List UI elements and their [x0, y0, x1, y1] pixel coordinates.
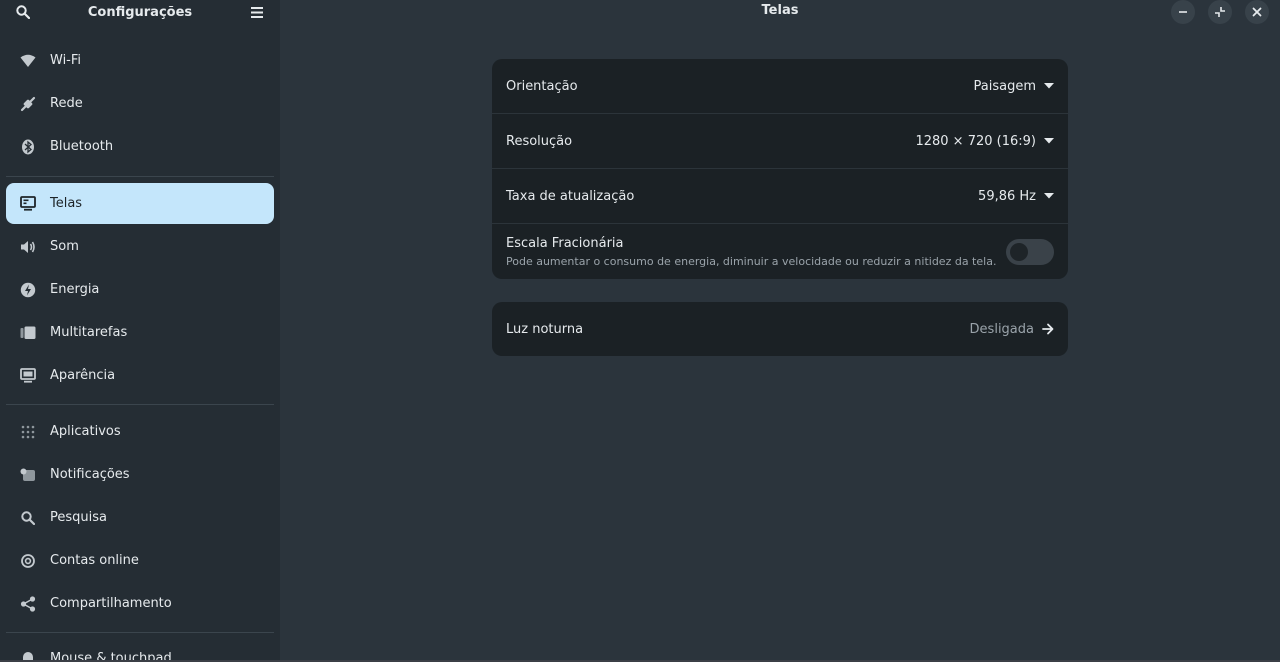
speaker-icon [20, 239, 36, 255]
sidebar-item-contas-online[interactable]: Contas online [6, 540, 274, 581]
minimize-icon [1179, 11, 1187, 13]
orientation-row[interactable]: Orientação Paisagem [492, 59, 1068, 114]
minimize-button[interactable] [1171, 0, 1195, 24]
resolution-value: 1280 × 720 (16:9) [915, 133, 1036, 149]
settings-window: Configurações Wi-Fi Rede Bluetooth Telas… [0, 0, 1280, 662]
share-icon [20, 595, 36, 612]
sidebar-item-notificacoes[interactable]: Notificações [6, 454, 274, 495]
refresh-rate-label: Taxa de atualização [506, 188, 635, 204]
night-light-card: Luz noturna Desligada [492, 302, 1068, 356]
sidebar-separator [6, 632, 274, 633]
sidebar-item-compartilhamento[interactable]: Compartilhamento [6, 583, 274, 624]
resolution-label: Resolução [506, 133, 573, 149]
refresh-rate-row[interactable]: Taxa de atualização 59,86 Hz [492, 169, 1068, 224]
sidebar-item-label: Aplicativos [50, 424, 121, 439]
sidebar-item-label: Wi-Fi [50, 53, 82, 68]
sidebar-item-pesquisa[interactable]: Pesquisa [6, 497, 274, 538]
main-content: Telas Orientação Paisagem Resolução 1280… [280, 0, 1280, 662]
sidebar-item-label: Bluetooth [50, 139, 114, 154]
display-icon [20, 196, 36, 212]
sidebar-item-label: Telas [50, 196, 83, 211]
close-icon [1252, 7, 1262, 17]
night-light-row[interactable]: Luz noturna Desligada [492, 302, 1068, 356]
refresh-rate-value: 59,86 Hz [978, 188, 1036, 204]
wifi-icon [20, 53, 36, 69]
sidebar-item-bluetooth[interactable]: Bluetooth [6, 126, 274, 167]
display-settings-card: Orientação Paisagem Resolução 1280 × 720… [492, 59, 1068, 279]
sidebar-item-energia[interactable]: Energia [6, 269, 274, 310]
sidebar-title: Configurações [87, 4, 193, 20]
dropdown-arrow-icon [1044, 83, 1054, 89]
bluetooth-icon [20, 139, 36, 155]
appearance-icon [20, 368, 36, 384]
search-icon [20, 510, 36, 526]
sidebar-item-label: Energia [50, 282, 100, 297]
apps-grid-icon [20, 424, 36, 440]
sidebar-item-mouse-touchpad[interactable]: Mouse & touchpad [6, 638, 274, 662]
sidebar-item-label: Compartilhamento [50, 596, 172, 611]
sidebar-item-label: Aparência [50, 368, 116, 383]
sidebar-separator [6, 176, 274, 177]
fractional-scaling-subtitle: Pode aumentar o consumo de energia, dimi… [506, 254, 997, 268]
network-icon [20, 96, 36, 112]
online-accounts-icon [20, 553, 36, 569]
fractional-scaling-toggle[interactable] [1006, 238, 1054, 265]
orientation-label: Orientação [506, 78, 578, 94]
sidebar-item-rede[interactable]: Rede [6, 83, 274, 124]
sidebar-item-wifi[interactable]: Wi-Fi [6, 40, 274, 81]
hamburger-menu-icon[interactable] [249, 4, 265, 20]
night-light-value: Desligada [969, 321, 1034, 337]
window-title: Telas [761, 3, 799, 18]
sidebar-item-label: Pesquisa [50, 510, 107, 525]
close-button[interactable] [1245, 0, 1269, 24]
orientation-value: Paisagem [973, 78, 1037, 94]
sidebar-separator [6, 404, 274, 405]
sidebar-item-label: Rede [50, 96, 83, 111]
sidebar-item-multitarefas[interactable]: Multitarefas [6, 312, 274, 353]
arrow-right-icon [1042, 323, 1054, 335]
toggle-knob [1010, 242, 1028, 261]
sidebar-item-aparencia[interactable]: Aparência [6, 355, 274, 396]
search-icon[interactable] [15, 4, 31, 20]
night-light-label: Luz noturna [506, 321, 584, 337]
power-icon [20, 282, 36, 298]
sidebar-header: Configurações [0, 0, 280, 24]
fractional-scaling-row: Escala Fracionária Pode aumentar o consu… [492, 224, 1068, 279]
sidebar-item-label: Contas online [50, 553, 139, 568]
sidebar-item-telas[interactable]: Telas [6, 183, 274, 224]
multitasking-icon [20, 325, 36, 341]
dropdown-arrow-icon [1044, 138, 1054, 144]
dropdown-arrow-icon [1044, 193, 1054, 199]
restore-button[interactable] [1208, 0, 1232, 24]
sidebar-item-label: Notificações [50, 467, 130, 482]
sidebar-item-label: Multitarefas [50, 325, 128, 340]
resolution-row[interactable]: Resolução 1280 × 720 (16:9) [492, 114, 1068, 169]
sidebar-item-aplicativos[interactable]: Aplicativos [6, 411, 274, 452]
sidebar-item-label: Som [50, 239, 79, 254]
restore-icon [1215, 7, 1225, 17]
fractional-scaling-label: Escala Fracionária [506, 235, 624, 251]
sidebar: Configurações Wi-Fi Rede Bluetooth Telas… [0, 0, 280, 662]
notifications-icon [20, 467, 36, 483]
sidebar-item-som[interactable]: Som [6, 226, 274, 267]
